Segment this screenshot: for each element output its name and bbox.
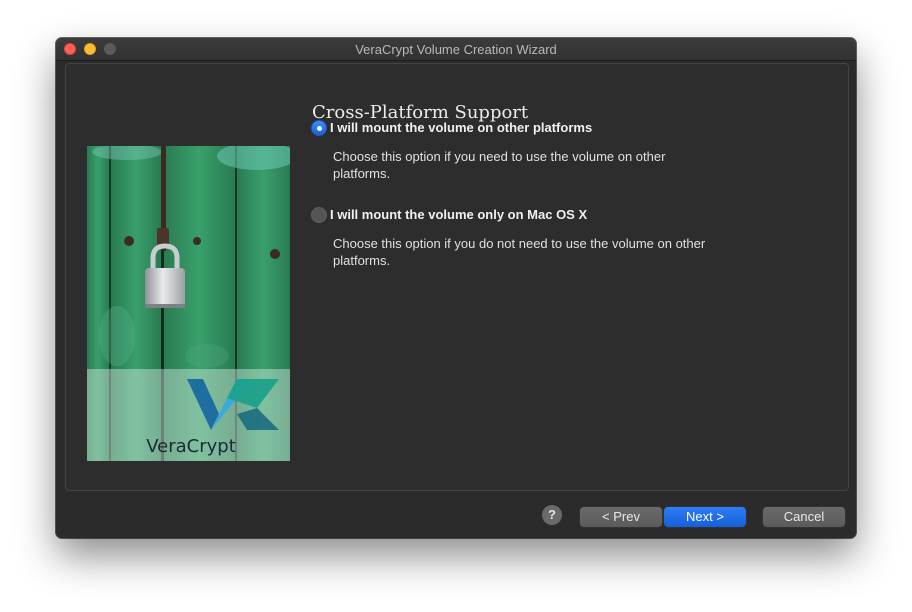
- help-button[interactable]: ?: [542, 505, 562, 525]
- option-other-platforms-description: Choose this option if you need to use th…: [333, 149, 666, 181]
- wizard-content-panel: Cross-Platform Support VeraCrypt I will …: [65, 63, 849, 491]
- prev-button[interactable]: < Prev: [580, 507, 662, 527]
- veracrypt-logo-text: VeraCrypt: [146, 436, 236, 457]
- next-button[interactable]: Next >: [664, 507, 746, 527]
- cancel-button[interactable]: Cancel: [763, 507, 845, 527]
- radio-mac-only[interactable]: [311, 207, 327, 223]
- option-mac-only-label[interactable]: I will mount the volume only on Mac OS X: [330, 207, 587, 222]
- wizard-window: VeraCrypt Volume Creation Wizard Cross-P…: [56, 38, 856, 538]
- option-other-platforms-label[interactable]: I will mount the volume on other platfor…: [330, 120, 592, 135]
- veracrypt-side-image: VeraCrypt: [87, 146, 290, 461]
- window-title: VeraCrypt Volume Creation Wizard: [355, 42, 557, 57]
- radio-other-platforms[interactable]: [311, 120, 327, 136]
- padlock-door-illustration: VeraCrypt: [87, 146, 290, 461]
- title-bar[interactable]: VeraCrypt Volume Creation Wizard: [56, 38, 856, 61]
- option-mac-only-description: Choose this option if you do not need to…: [333, 236, 706, 268]
